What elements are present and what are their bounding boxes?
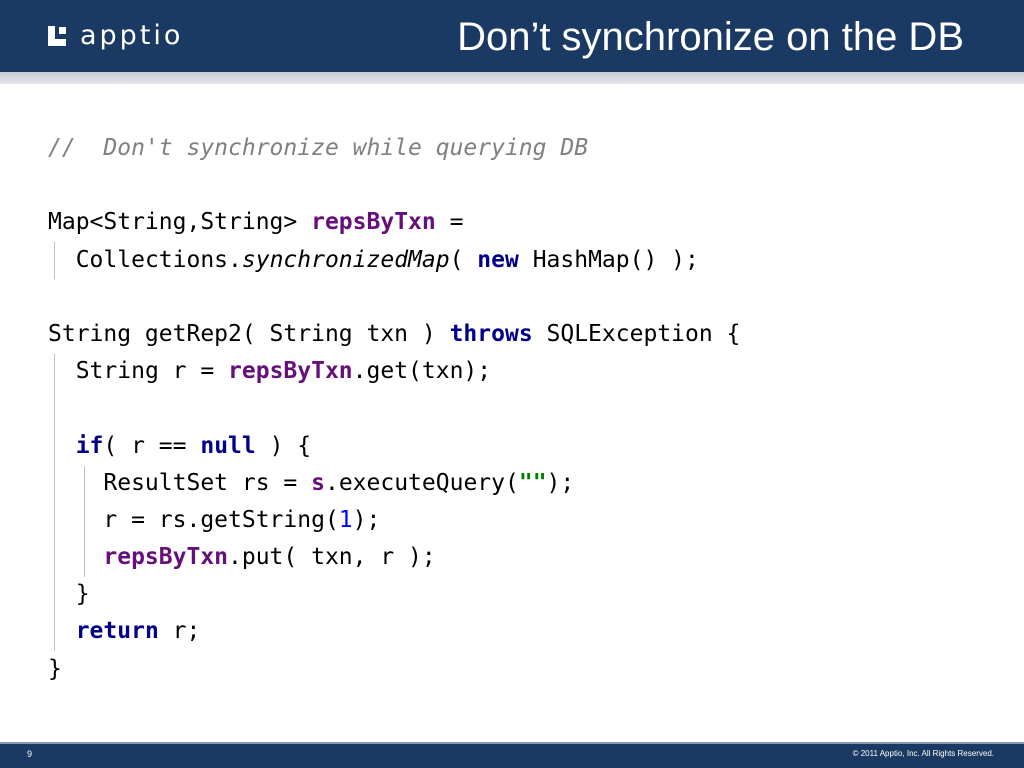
- code-block: // Don't synchronize while querying DB M…: [48, 130, 740, 688]
- code-line-method-signature: String getRep2( String txn ) throws SQLE…: [48, 320, 741, 347]
- header-divider: [0, 72, 1024, 84]
- code-line-map-decl: Map<String,String> repsByTxn =: [48, 209, 464, 236]
- slide-title: Don’t synchronize on the DB: [457, 15, 964, 59]
- code-line-getstring: r = rs.getString(1);: [103, 506, 381, 533]
- code-line-close-if: }: [75, 581, 90, 608]
- apptio-logo-icon: [48, 26, 70, 46]
- code-line-comment: // Don't synchronize while querying DB: [48, 135, 589, 161]
- code-line-return: return r;: [75, 618, 201, 645]
- code-line-put: repsByTxn.put( txn, r );: [103, 544, 436, 571]
- code-line-collections: Collections.synchronizedMap( new HashMap…: [75, 246, 699, 273]
- code-line-if: if( r == null ) {: [75, 432, 312, 459]
- slide-footer: 9 © 2011 Apptio, Inc. All Rights Reserve…: [0, 742, 1024, 768]
- copyright-notice: © 2011 Apptio, Inc. All Rights Reserved.: [852, 749, 994, 758]
- code-line-get: String r = repsByTxn.get(txn);: [75, 358, 492, 385]
- apptio-logo: apptio: [48, 18, 183, 54]
- code-line-resultset: ResultSet rs = s.executeQuery("");: [103, 469, 575, 496]
- logo-text: apptio: [80, 20, 184, 51]
- slide-header: apptio Don’t synchronize on the DB: [0, 0, 1024, 72]
- code-line-close-method: }: [48, 655, 62, 682]
- page-number: 9: [27, 749, 33, 759]
